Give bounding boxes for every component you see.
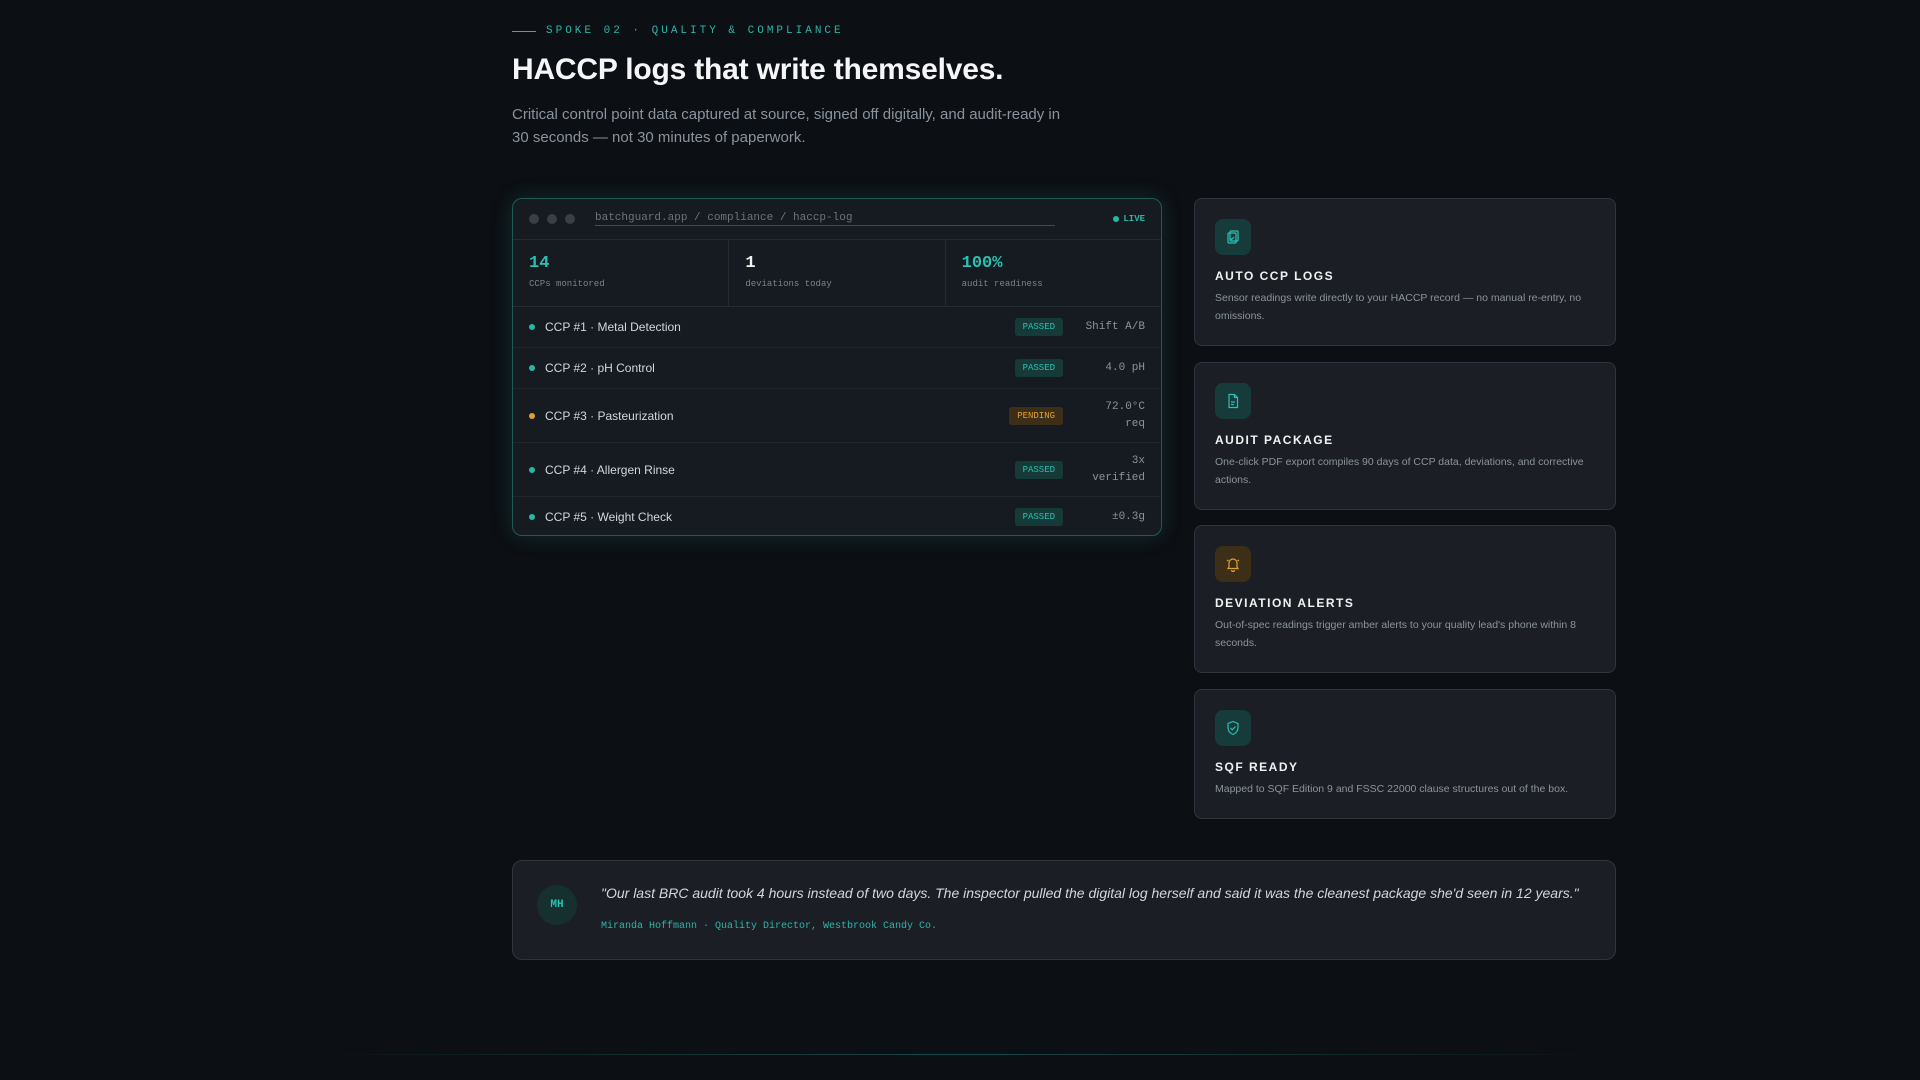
page-title: HACCP logs that write themselves. xyxy=(512,53,1004,86)
window-bar: batchguard.app / compliance / haccp-log … xyxy=(513,199,1161,240)
testimonial-card: MH "Our last BRC audit took 4 hours inst… xyxy=(512,860,1616,960)
table-row[interactable]: CCP #2 · pH Control PASSED 4.0 pH xyxy=(513,348,1161,389)
dashboard-preview: batchguard.app / compliance / haccp-log … xyxy=(512,198,1162,536)
status-badge: PASSED xyxy=(1014,318,1063,336)
feature-card-auto-ccp-logs: AUTO CCP LOGS Sensor readings write dire… xyxy=(1194,198,1616,346)
ccp-name: CCP #4 · Allergen Rinse xyxy=(545,462,675,477)
testimonial-author: Miranda Hoffmann · Quality Director, Wes… xyxy=(601,921,938,932)
ccp-value: ±0.3g xyxy=(1111,510,1145,523)
stat-ccps-monitored: 14 CCPs monitored xyxy=(513,240,730,306)
ccp-name: CCP #2 · pH Control xyxy=(545,361,655,375)
table-row[interactable]: CCP #1 · Metal Detection PASSED Shift A/… xyxy=(513,307,1161,348)
eyebrow: SPOKE 02 · QUALITY & COMPLIANCE xyxy=(512,25,844,37)
stats-row: 14 CCPs monitored 1 deviations today 100… xyxy=(513,240,1161,307)
ccp-value: Shift A/B xyxy=(1085,320,1145,333)
eyebrow-text: SPOKE 02 · QUALITY & COMPLIANCE xyxy=(546,25,844,37)
testimonial-quote: "Our last BRC audit took 4 hours instead… xyxy=(601,885,1579,901)
window-dot-close xyxy=(529,214,539,224)
live-label: LIVE xyxy=(1123,214,1145,224)
table-row[interactable]: CCP #3 · Pasteurization PENDING 72.0°C r… xyxy=(513,389,1161,443)
feature-description: Sensor readings write directly to your H… xyxy=(1215,292,1582,322)
window-dot-minimize xyxy=(547,214,557,224)
stat-deviations-today: 1 deviations today xyxy=(729,240,946,306)
avatar: MH xyxy=(537,885,577,925)
status-badge: PASSED xyxy=(1014,508,1063,526)
feature-card-audit-package: AUDIT PACKAGE One-click PDF export compi… xyxy=(1194,362,1616,510)
ccp-name: CCP #1 · Metal Detection xyxy=(545,320,681,334)
bell-icon xyxy=(1215,546,1251,582)
stat-label: CCPs monitored xyxy=(529,279,605,289)
table-row[interactable]: CCP #5 · Weight Check PASSED ±0.3g xyxy=(513,497,1161,535)
url-bar[interactable]: batchguard.app / compliance / haccp-log xyxy=(595,212,1055,226)
page: SPOKE 02 · QUALITY & COMPLIANCE HACCP lo… xyxy=(0,0,1920,1080)
live-indicator: LIVE xyxy=(1113,214,1145,224)
feature-card-sqf-ready: SQF READY Mapped to SQF Edition 9 and FS… xyxy=(1194,689,1616,819)
stat-value: 1 xyxy=(745,254,756,273)
feature-title: AUDIT PACKAGE xyxy=(1215,433,1334,447)
section-divider xyxy=(300,1054,1620,1055)
window-dot-maximize xyxy=(565,214,575,224)
ccp-value: 72.0°C req xyxy=(1105,400,1145,430)
feature-title: SQF READY xyxy=(1215,760,1299,774)
feature-title: DEVIATION ALERTS xyxy=(1215,596,1355,610)
stat-label: deviations today xyxy=(745,279,832,289)
clipboard-copy-icon xyxy=(1215,219,1251,255)
stat-audit-readiness: 100% audit readiness xyxy=(946,240,1161,306)
page-subtitle: Critical control point data captured at … xyxy=(512,106,1061,146)
status-dot-icon xyxy=(529,412,535,419)
live-dot-icon xyxy=(1113,216,1120,222)
shield-check-icon xyxy=(1215,710,1251,746)
table-row[interactable]: CCP #4 · Allergen Rinse PASSED 3x verifi… xyxy=(513,443,1161,497)
status-dot-icon xyxy=(529,324,535,330)
feature-card-deviation-alerts: DEVIATION ALERTS Out-of-spec readings tr… xyxy=(1194,525,1616,673)
ccp-name: CCP #5 · Weight Check xyxy=(545,510,672,524)
status-badge: PASSED xyxy=(1014,460,1063,479)
ccp-name: CCP #3 · Pasteurization xyxy=(545,408,674,423)
feature-title: AUTO CCP LOGS xyxy=(1215,269,1335,283)
feature-description: One-click PDF export compiles 90 days of… xyxy=(1215,456,1584,486)
eyebrow-line xyxy=(512,30,536,32)
stat-value: 100% xyxy=(961,254,1003,273)
status-dot-icon xyxy=(529,466,535,473)
status-badge: PASSED xyxy=(1014,359,1063,377)
status-dot-icon xyxy=(529,365,535,371)
feature-description: Mapped to SQF Edition 9 and FSSC 22000 c… xyxy=(1215,783,1569,795)
stat-value: 14 xyxy=(529,254,550,273)
document-icon xyxy=(1215,383,1251,419)
status-dot-icon xyxy=(529,514,535,520)
status-badge: PENDING xyxy=(1009,406,1063,425)
stat-label: audit readiness xyxy=(961,279,1043,289)
ccp-value: 4.0 pH xyxy=(1105,361,1145,374)
ccp-value: 3x verified xyxy=(1092,454,1145,484)
feature-description: Out-of-spec readings trigger amber alert… xyxy=(1215,619,1576,649)
